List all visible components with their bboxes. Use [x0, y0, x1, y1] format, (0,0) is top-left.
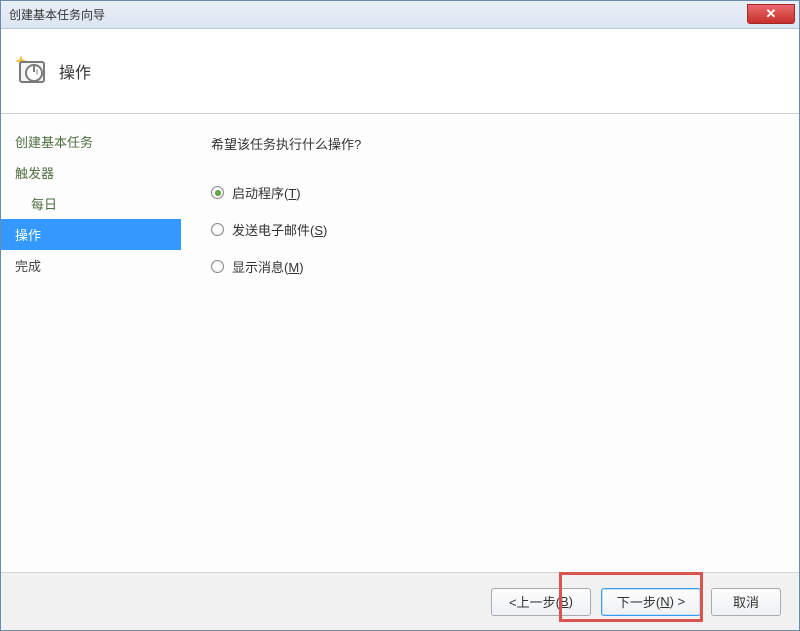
sidebar-item-finish[interactable]: 完成 [1, 250, 181, 281]
radio-icon [211, 260, 224, 273]
window-title: 创建基本任务向导 [9, 6, 105, 23]
content-area: 创建基本任务 触发器 每日 操作 完成 希望该任务执行什么操作? 启动程序(T)… [1, 114, 799, 572]
wizard-header: 操作 [1, 29, 799, 114]
question-label: 希望该任务执行什么操作? [211, 134, 789, 153]
radio-label: 显示消息(M) [232, 257, 304, 276]
titlebar: 创建基本任务向导 ✕ [1, 1, 799, 29]
back-button[interactable]: <上一步(B) [491, 588, 591, 616]
task-scheduler-icon [15, 55, 47, 87]
action-radio-group: 启动程序(T) 发送电子邮件(S) 显示消息(M) [211, 183, 789, 276]
next-button[interactable]: 下一步(N) > [601, 588, 701, 616]
sidebar-item-create-task[interactable]: 创建基本任务 [1, 126, 181, 157]
close-button[interactable]: ✕ [747, 4, 795, 24]
radio-icon [211, 186, 224, 199]
close-icon: ✕ [766, 6, 777, 22]
wizard-window: 创建基本任务向导 ✕ 操作 创建基本任务 触发器 每日 操作 完成 希望该任务执… [0, 0, 800, 631]
sidebar-item-trigger[interactable]: 触发器 [1, 157, 181, 188]
sidebar-item-action[interactable]: 操作 [1, 219, 181, 250]
wizard-steps-sidebar: 创建基本任务 触发器 每日 操作 完成 [1, 114, 181, 572]
main-panel: 希望该任务执行什么操作? 启动程序(T) 发送电子邮件(S) [181, 114, 799, 572]
radio-start-program[interactable]: 启动程序(T) [211, 183, 789, 202]
sidebar-item-daily[interactable]: 每日 [1, 188, 181, 219]
radio-icon [211, 223, 224, 236]
cancel-button[interactable]: 取消 [711, 588, 781, 616]
page-title: 操作 [59, 59, 91, 83]
radio-send-email[interactable]: 发送电子邮件(S) [211, 220, 789, 239]
wizard-footer: <上一步(B) 下一步(N) > 取消 [1, 572, 799, 630]
radio-display-message[interactable]: 显示消息(M) [211, 257, 789, 276]
radio-label: 启动程序(T) [232, 183, 301, 202]
radio-label: 发送电子邮件(S) [232, 220, 327, 239]
